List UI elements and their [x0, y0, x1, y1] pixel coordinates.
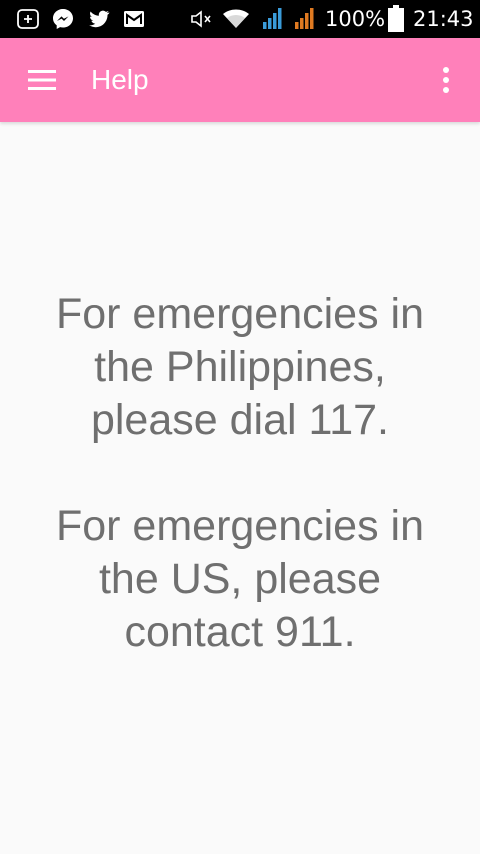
more-vert-icon [443, 67, 449, 93]
overflow-menu-button[interactable] [424, 58, 468, 102]
signal-sim1-icon [261, 7, 285, 35]
battery-percent: 100% [325, 7, 386, 31]
mute-icon [189, 7, 215, 35]
hamburger-menu-icon [28, 70, 56, 90]
battery-icon [387, 5, 405, 37]
twitter-icon [87, 7, 111, 35]
wifi-icon [222, 7, 250, 35]
us-emergency-text: For emergencies in the US, please contac… [55, 502, 425, 656]
menu-button[interactable] [14, 58, 68, 102]
clock: 21:43 [413, 7, 474, 31]
add-box-icon [16, 7, 40, 35]
messenger-icon [51, 7, 75, 35]
gmail-icon [122, 7, 146, 35]
philippines-emergency-text: For emergencies in the Philippines, plea… [55, 290, 425, 444]
signal-sim2-icon [293, 7, 317, 35]
status-bar: 100% 21:43 [0, 0, 480, 38]
help-content: For emergencies in the Philippines, plea… [0, 122, 480, 854]
app-bar: Help [0, 38, 480, 122]
page-title: Help [91, 64, 149, 95]
